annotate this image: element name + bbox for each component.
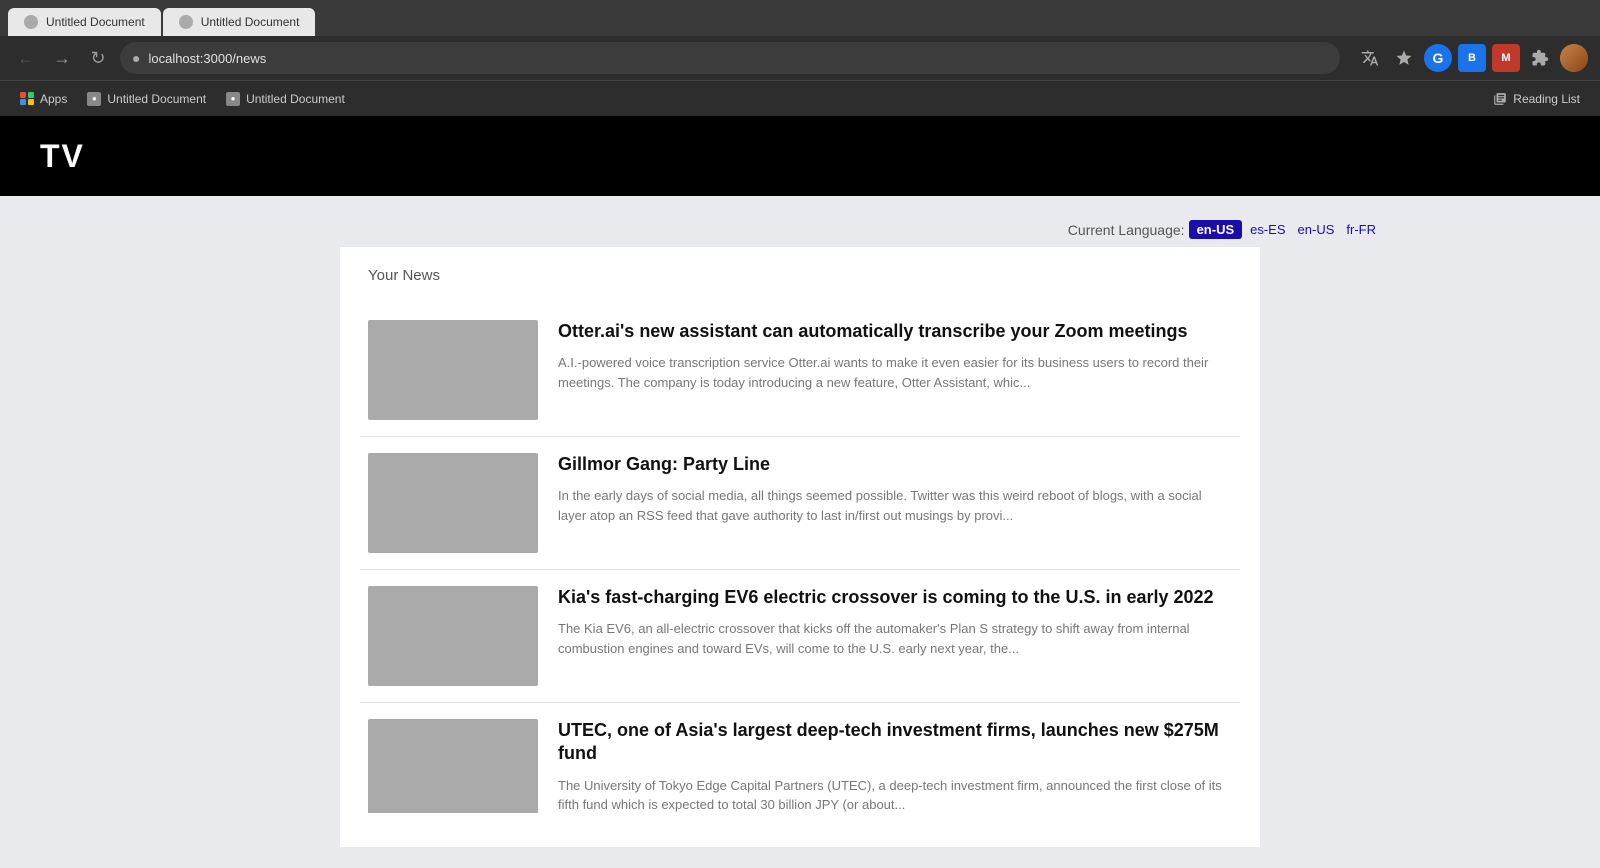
extensions-puzzle-icon[interactable] — [1526, 44, 1554, 72]
tab-favicon-2 — [179, 15, 193, 29]
tab-label-1: Untitled Document — [46, 15, 145, 29]
bookmark-untitled-1[interactable]: ● Untitled Document — [79, 88, 214, 110]
news-title-1: Otter.ai's new assistant can automatical… — [558, 320, 1232, 343]
extension-icon-2[interactable]: M — [1492, 44, 1520, 72]
news-thumbnail-1 — [368, 320, 538, 420]
bookmark-favicon-1: ● — [87, 92, 101, 106]
tab-favicon-1 — [24, 15, 38, 29]
news-container: Your News Otter.ai's new assistant can a… — [340, 247, 1260, 847]
tab-bar: Untitled Document Untitled Document — [0, 0, 1600, 36]
news-item-4[interactable]: UTEC, one of Asia's largest deep-tech in… — [360, 703, 1240, 813]
language-bar: Current Language: en-US es-ES en-US fr-F… — [0, 212, 1600, 247]
bookmark-favicon-2: ● — [226, 92, 240, 106]
news-section-title: Your News — [360, 267, 1240, 284]
forward-button[interactable]: → — [48, 44, 76, 72]
browser-toolbar: ← → ↻ ● localhost:3000/news G B M — [0, 36, 1600, 80]
news-content-4: UTEC, one of Asia's largest deep-tech in… — [558, 719, 1232, 797]
star-icon[interactable] — [1390, 44, 1418, 72]
language-active[interactable]: en-US — [1189, 220, 1243, 239]
news-title-3: Kia's fast-charging EV6 electric crossov… — [558, 586, 1232, 609]
app-title: TV — [40, 138, 85, 175]
news-title-2: Gillmor Gang: Party Line — [558, 453, 1232, 476]
news-content-2: Gillmor Gang: Party Line In the early da… — [558, 453, 1232, 553]
apps-grid-icon — [20, 92, 34, 106]
tab-2[interactable]: Untitled Document — [163, 8, 316, 36]
tab-1[interactable]: Untitled Document — [8, 8, 161, 36]
toolbar-actions: G B M — [1356, 44, 1588, 72]
browser-chrome: Untitled Document Untitled Document ← → … — [0, 0, 1600, 116]
main-content: Current Language: en-US es-ES en-US fr-F… — [0, 196, 1600, 868]
user-avatar[interactable] — [1560, 44, 1588, 72]
language-label: Current Language: — [1068, 222, 1185, 238]
news-thumbnail-2 — [368, 453, 538, 553]
address-bar[interactable]: ● localhost:3000/news — [120, 42, 1340, 74]
news-excerpt-4: The University of Tokyo Edge Capital Par… — [558, 776, 1232, 813]
bookmark-apps[interactable]: Apps — [12, 88, 75, 110]
translate-icon[interactable] — [1356, 44, 1384, 72]
g-icon[interactable]: G — [1424, 44, 1452, 72]
news-excerpt-2: In the early days of social media, all t… — [558, 486, 1232, 525]
back-button[interactable]: ← — [12, 44, 40, 72]
bookmark-label-1: Untitled Document — [107, 92, 206, 106]
avatar-image — [1560, 44, 1588, 72]
reload-button[interactable]: ↻ — [84, 44, 112, 72]
bookmark-untitled-2[interactable]: ● Untitled Document — [218, 88, 353, 110]
extension-icon-1[interactable]: B — [1458, 44, 1486, 72]
news-excerpt-3: The Kia EV6, an all-electric crossover t… — [558, 619, 1232, 658]
news-item-3[interactable]: Kia's fast-charging EV6 electric crossov… — [360, 570, 1240, 703]
news-item-2[interactable]: Gillmor Gang: Party Line In the early da… — [360, 437, 1240, 570]
globe-icon: ● — [132, 50, 140, 66]
news-content-3: Kia's fast-charging EV6 electric crossov… — [558, 586, 1232, 686]
language-en-US-2[interactable]: en-US — [1298, 222, 1335, 237]
language-es-ES[interactable]: es-ES — [1250, 222, 1285, 237]
language-fr-FR[interactable]: fr-FR — [1346, 222, 1376, 237]
url-text: localhost:3000/news — [148, 51, 266, 66]
reading-list-button[interactable]: Reading List — [1485, 88, 1588, 110]
news-content-1: Otter.ai's new assistant can automatical… — [558, 320, 1232, 420]
news-thumbnail-3 — [368, 586, 538, 686]
reading-list-label: Reading List — [1513, 92, 1580, 106]
bookmark-label-2: Untitled Document — [246, 92, 345, 106]
news-thumbnail-4 — [368, 719, 538, 813]
app-header: TV — [0, 116, 1600, 196]
news-title-4: UTEC, one of Asia's largest deep-tech in… — [558, 719, 1232, 766]
apps-label: Apps — [40, 92, 67, 106]
news-item-1[interactable]: Otter.ai's new assistant can automatical… — [360, 304, 1240, 437]
news-excerpt-1: A.I.-powered voice transcription service… — [558, 353, 1232, 392]
bookmarks-bar: Apps ● Untitled Document ● Untitled Docu… — [0, 80, 1600, 116]
tab-label-2: Untitled Document — [201, 15, 300, 29]
